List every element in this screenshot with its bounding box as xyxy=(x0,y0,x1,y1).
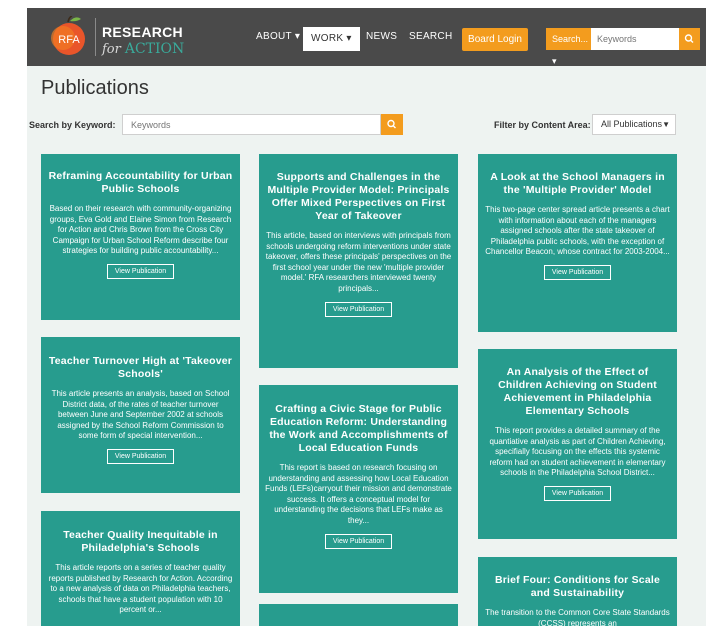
content-area-select[interactable]: All Publications ▼ xyxy=(592,114,676,135)
search-icon xyxy=(387,119,396,129)
card-excerpt: This report is based on research focusin… xyxy=(265,463,452,525)
nav-work[interactable]: WORK ▾ xyxy=(303,27,360,51)
brand-action: ACTION xyxy=(124,41,185,57)
brand-for: for xyxy=(102,42,121,57)
board-login-button[interactable]: Board Login xyxy=(462,28,528,51)
page-title: Publications xyxy=(41,77,149,99)
publication-card[interactable]: Teacher Turnover High at 'Takeover Schoo… xyxy=(41,337,240,493)
card-excerpt: The transition to the Common Core State … xyxy=(485,608,670,626)
view-publication-button[interactable]: View Publication xyxy=(106,448,175,464)
filter-label: Filter by Content Area: xyxy=(494,120,591,130)
view-publication-button[interactable]: View Publication xyxy=(106,263,175,279)
publication-card[interactable]: An Analysis of the Effect of Children Ac… xyxy=(478,349,677,539)
card-title[interactable]: An Analysis of the Effect of Children Ac… xyxy=(484,366,671,418)
page-frame: RFA RESEARCH for ACTION ABOUT ▾ WORK ▾ NE… xyxy=(27,8,706,626)
card-excerpt: Based on their research with community-o… xyxy=(49,204,232,256)
publication-card[interactable]: Crafting a Civic Stage for Public Educat… xyxy=(259,385,458,593)
card-excerpt: This two-page center spread article pres… xyxy=(485,205,670,257)
card-title[interactable]: Reframing Accountability for Urban Publi… xyxy=(47,170,234,196)
nav-search-button[interactable] xyxy=(679,28,700,50)
view-publication-button[interactable]: View Publication xyxy=(543,264,612,280)
card-excerpt: This article presents an analysis, based… xyxy=(51,389,230,441)
keyword-search-input[interactable] xyxy=(122,114,381,135)
publication-card[interactable]: Reframing Accountability for Urban Publi… xyxy=(41,154,240,320)
nav-search-input[interactable] xyxy=(591,28,679,50)
card-title[interactable]: Crafting a Civic Stage for Public Educat… xyxy=(265,403,452,455)
card-title[interactable]: Teacher Quality Inequitable in Philadelp… xyxy=(47,529,234,555)
publication-card[interactable]: Supports and Challenges in the Multiple … xyxy=(259,154,458,368)
card-excerpt: This article reports on a series of teac… xyxy=(48,563,233,615)
card-excerpt: This article, based on interviews with p… xyxy=(265,231,452,293)
publication-card[interactable] xyxy=(259,604,458,626)
card-title[interactable]: A Look at the School Managers in the 'Mu… xyxy=(484,171,671,197)
rfa-logo[interactable]: RFA xyxy=(49,16,89,56)
search-type-dropdown[interactable]: Search... ▾ xyxy=(546,28,591,66)
navbar: RFA RESEARCH for ACTION ABOUT ▾ WORK ▾ NE… xyxy=(27,8,706,66)
view-publication-button[interactable]: View Publication xyxy=(324,301,393,317)
keyword-label: Search by Keyword: xyxy=(29,120,116,130)
card-title[interactable]: Teacher Turnover High at 'Takeover Schoo… xyxy=(47,355,234,381)
nav-search[interactable]: SEARCH xyxy=(409,8,452,66)
nav-news[interactable]: NEWS xyxy=(366,8,397,66)
publication-card[interactable]: Teacher Quality Inequitable in Philadelp… xyxy=(41,511,240,626)
publication-card[interactable]: A Look at the School Managers in the 'Mu… xyxy=(478,154,677,332)
card-excerpt: This report provides a detailed summary … xyxy=(489,426,666,478)
content-area-value: All Publications xyxy=(601,119,663,129)
view-publication-button[interactable]: View Publication xyxy=(324,533,393,549)
logo-text: RFA xyxy=(58,34,80,46)
card-title[interactable]: Supports and Challenges in the Multiple … xyxy=(265,171,452,223)
search-icon xyxy=(684,34,694,43)
keyword-search-button[interactable] xyxy=(381,114,403,135)
publication-card[interactable]: Brief Four: Conditions for Scale and Sus… xyxy=(478,557,677,626)
logo-divider xyxy=(95,18,96,56)
brand-name-line1[interactable]: RESEARCH xyxy=(102,24,183,40)
nav-about[interactable]: ABOUT ▾ xyxy=(256,8,300,66)
view-publication-button[interactable]: View Publication xyxy=(543,485,612,501)
card-title[interactable]: Brief Four: Conditions for Scale and Sus… xyxy=(484,574,671,600)
brand-name-line2[interactable]: for ACTION xyxy=(102,41,184,57)
caret-down-icon: ▼ xyxy=(662,120,670,129)
